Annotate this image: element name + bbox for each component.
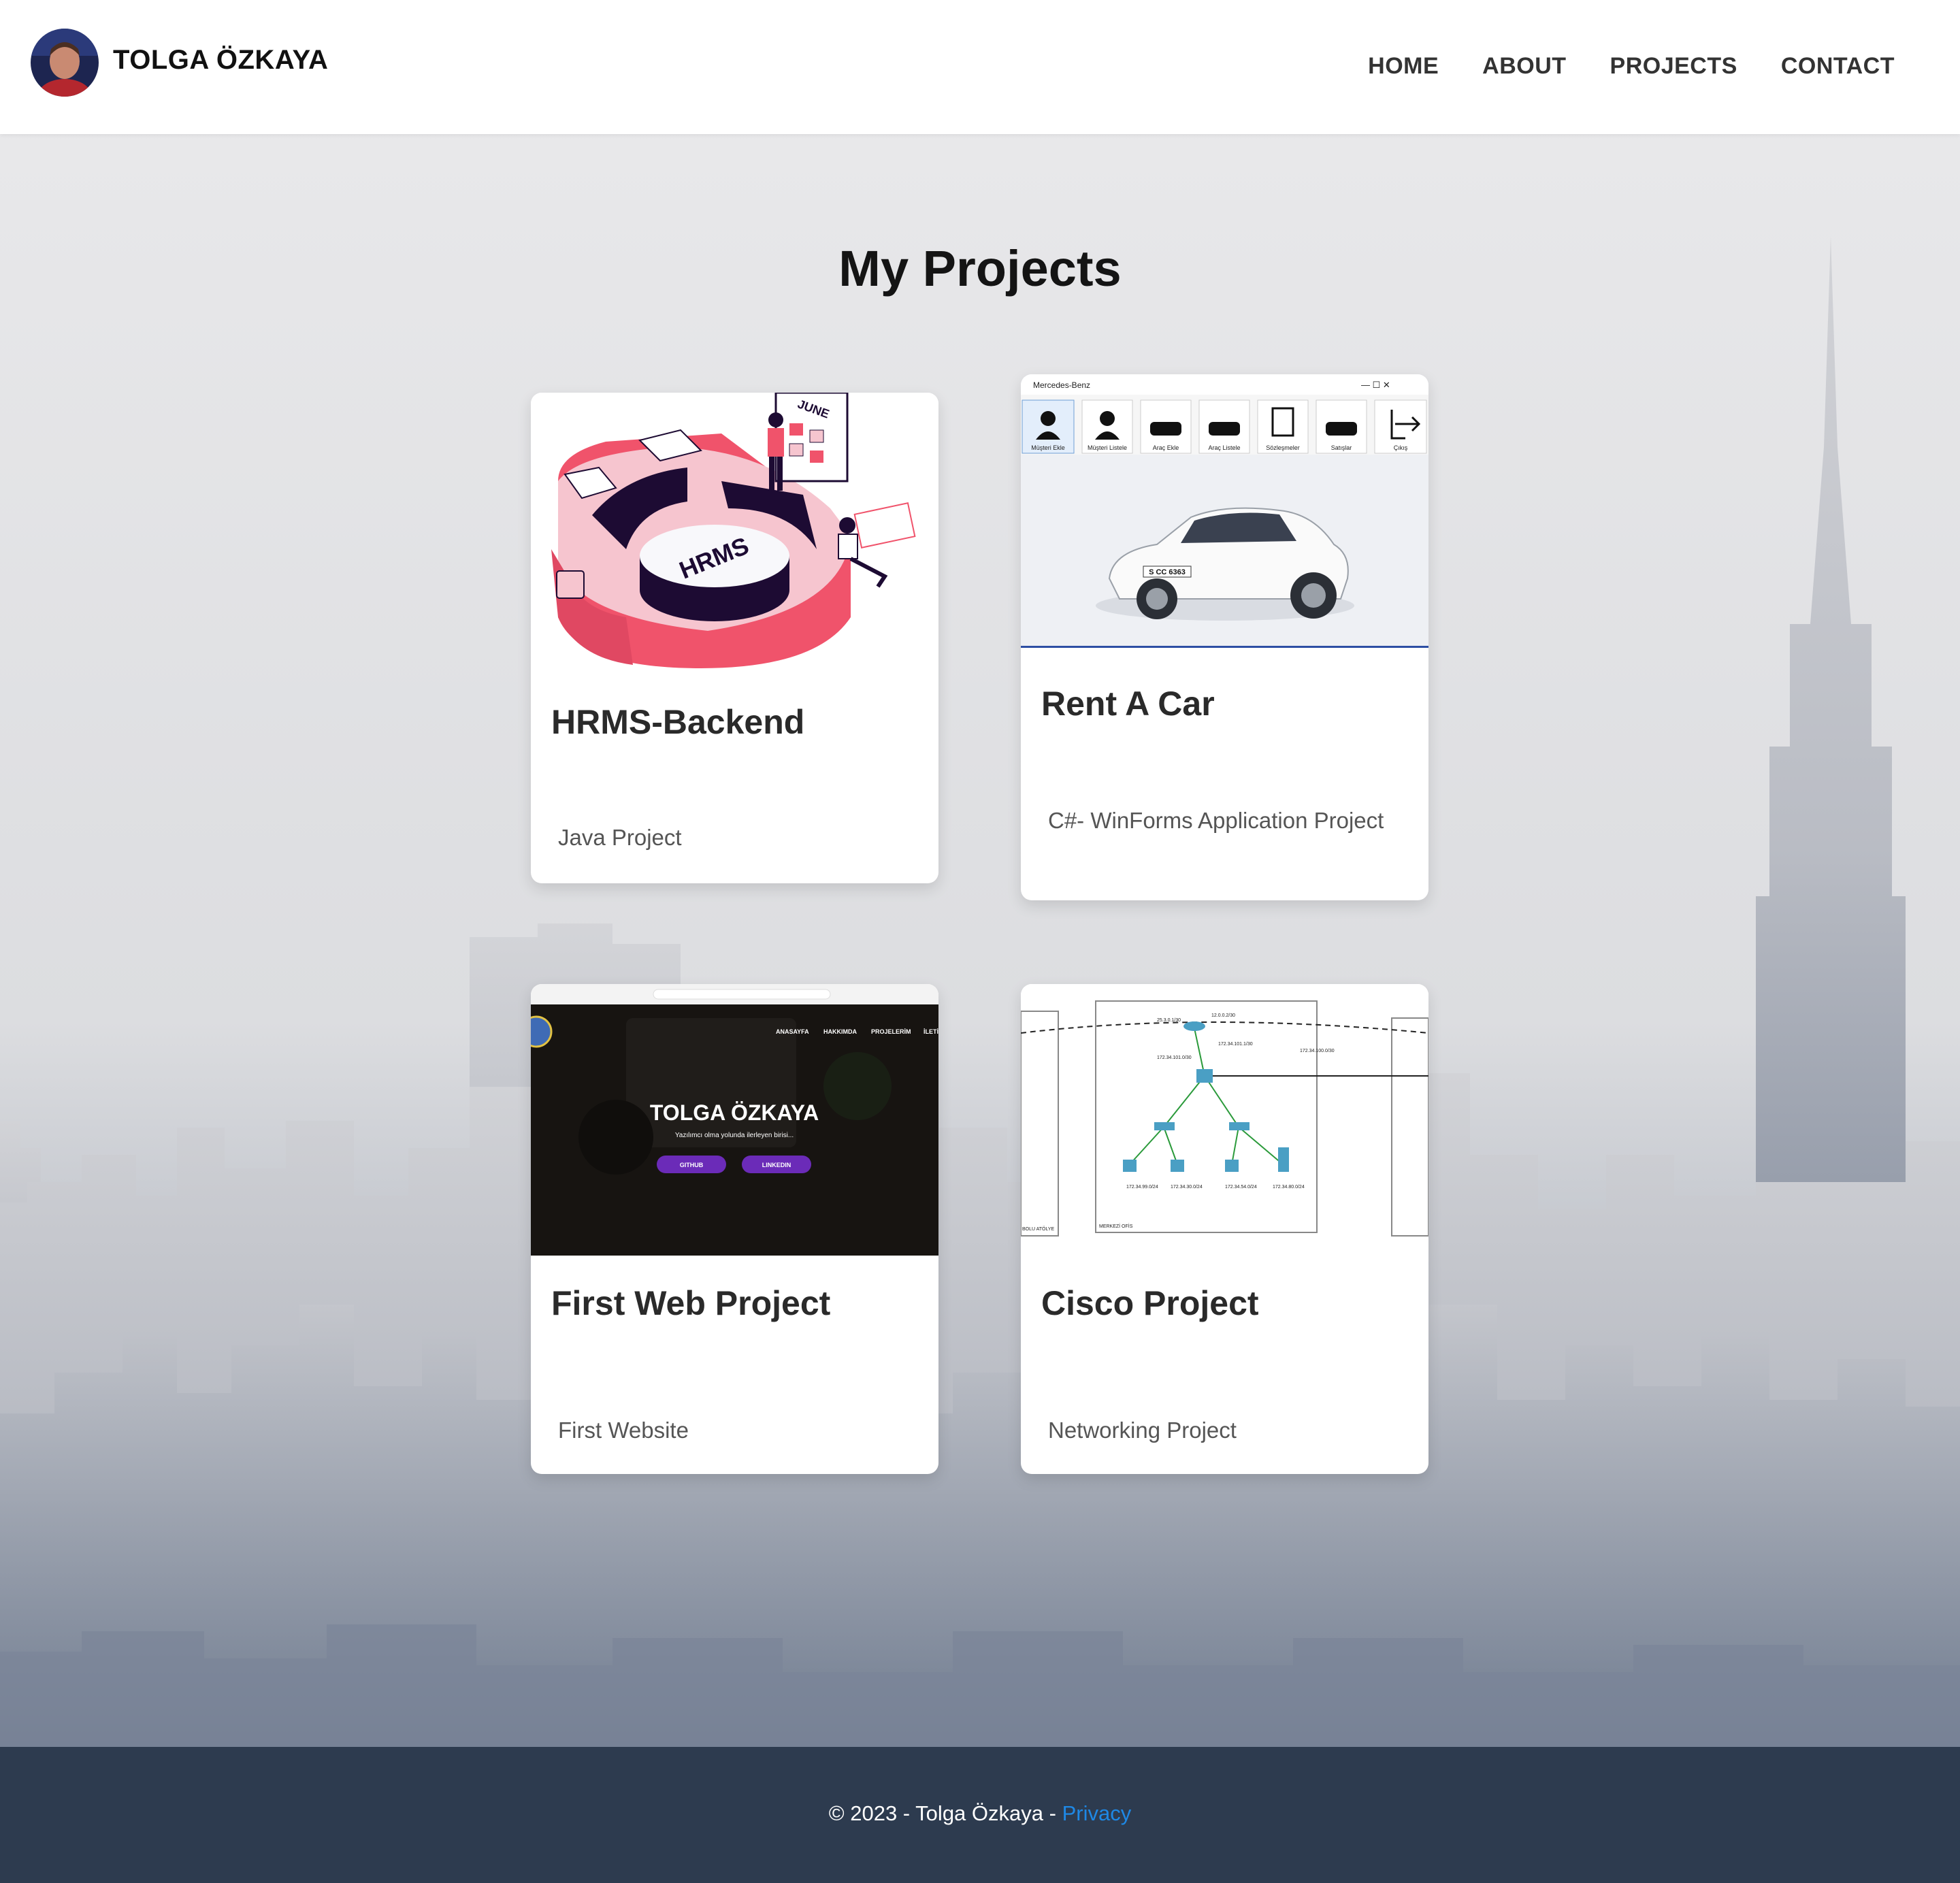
project-card-hrms[interactable]: HRMS JUNE HRMS-Backend Java Project	[531, 393, 938, 883]
svg-text:— ☐ ✕: — ☐ ✕	[1361, 380, 1390, 390]
window-title-text: Mercedes-Benz	[1033, 380, 1090, 390]
project-image-first-web: ANASAYFA HAKKIMDA PROJELERİM İLETİ TOLGA…	[531, 984, 938, 1256]
nav-projects[interactable]: PROJECTS	[1610, 53, 1737, 80]
toolbar-label-0: Müşteri Ekle	[1031, 444, 1065, 451]
brand-name[interactable]: TOLGA ÖZKAYA	[113, 45, 328, 76]
network-label-workshop: BOLU ATÖLYE	[1022, 1226, 1055, 1232]
svg-text:172.34.80.0/24: 172.34.80.0/24	[1273, 1185, 1305, 1190]
project-title[interactable]: First Web Project	[551, 1283, 830, 1323]
hero-nav-3: İLETİ	[924, 1028, 938, 1035]
project-description: Java Project	[558, 825, 682, 850]
svg-text:172.34.101.1/30: 172.34.101.1/30	[1218, 1042, 1253, 1047]
toolbar-label-6: Çıkış	[1394, 444, 1408, 451]
hero-linkedin-button: LINKEDIN	[762, 1162, 791, 1168]
city-skyline-background	[0, 134, 1960, 1747]
project-image-hrms: HRMS JUNE	[531, 393, 938, 668]
svg-text:172.34.30.0/24: 172.34.30.0/24	[1171, 1185, 1203, 1190]
nav-contact[interactable]: CONTACT	[1781, 53, 1895, 80]
hero-github-button: GITHUB	[680, 1162, 704, 1168]
project-image-rent-a-car: Mercedes-Benz — ☐ ✕ Müşteri Ekle Müşteri…	[1021, 374, 1428, 648]
svg-text:172.34.99.0/24: 172.34.99.0/24	[1126, 1185, 1158, 1190]
nav-about[interactable]: ABOUT	[1482, 53, 1566, 80]
project-title[interactable]: Cisco Project	[1041, 1283, 1259, 1323]
project-card-rent-a-car[interactable]: Mercedes-Benz — ☐ ✕ Müşteri Ekle Müşteri…	[1021, 374, 1428, 900]
avatar[interactable]	[31, 29, 99, 97]
page-title: My Projects	[838, 240, 1122, 297]
project-description: First Website	[558, 1418, 689, 1443]
hero-nav-0: ANASAYFA	[776, 1028, 809, 1035]
license-plate-text: S CC 6363	[1149, 568, 1186, 576]
hero-subtitle-text: Yazılımcı olma yolunda ilerleyen birisi.…	[675, 1132, 794, 1139]
svg-text:172.34.54.0/24: 172.34.54.0/24	[1225, 1185, 1257, 1190]
project-image-cisco: 25.3.0.1/30 12.0.0.2/30 172.34.101.1/30 …	[1021, 984, 1428, 1256]
toolbar-label-2: Araç Ekle	[1153, 444, 1179, 451]
svg-text:172.34.100.0/30: 172.34.100.0/30	[1300, 1049, 1335, 1053]
footer-text: © 2023 - Tolga Özkaya - Privacy	[0, 1801, 1960, 1826]
svg-text:25.3.0.1/30: 25.3.0.1/30	[1157, 1018, 1181, 1023]
copyright-text: © 2023 - Tolga Özkaya -	[828, 1801, 1062, 1825]
toolbar-label-1: Müşteri Listele	[1088, 444, 1127, 451]
project-card-first-web[interactable]: ANASAYFA HAKKIMDA PROJELERİM İLETİ TOLGA…	[531, 984, 938, 1474]
hero-name-text: TOLGA ÖZKAYA	[650, 1100, 819, 1125]
svg-text:12.0.0.2/30: 12.0.0.2/30	[1211, 1013, 1235, 1018]
toolbar-label-4: Sözleşmeler	[1266, 444, 1300, 451]
svg-text:172.34.101.0/30: 172.34.101.0/30	[1157, 1055, 1192, 1060]
network-label-office: MERKEZİ OFİS	[1099, 1223, 1133, 1229]
project-description: Networking Project	[1048, 1418, 1237, 1443]
site-footer: © 2023 - Tolga Özkaya - Privacy	[0, 1747, 1960, 1883]
project-card-cisco[interactable]: 25.3.0.1/30 12.0.0.2/30 172.34.101.1/30 …	[1021, 984, 1428, 1474]
project-description: C#- WinForms Application Project	[1048, 808, 1384, 833]
hero-nav-2: PROJELERİM	[871, 1028, 911, 1035]
site-header: TOLGA ÖZKAYA HOME ABOUT PROJECTS CONTACT	[0, 0, 1960, 134]
nav-home[interactable]: HOME	[1368, 53, 1439, 80]
privacy-link[interactable]: Privacy	[1062, 1801, 1132, 1825]
toolbar-label-5: Satışlar	[1331, 444, 1352, 451]
hero-nav-1: HAKKIMDA	[823, 1028, 857, 1035]
main-nav: HOME ABOUT PROJECTS CONTACT	[1368, 53, 1895, 80]
project-title[interactable]: Rent A Car	[1041, 684, 1215, 723]
project-title[interactable]: HRMS-Backend	[551, 702, 804, 742]
toolbar-label-3: Araç Listele	[1208, 444, 1240, 451]
